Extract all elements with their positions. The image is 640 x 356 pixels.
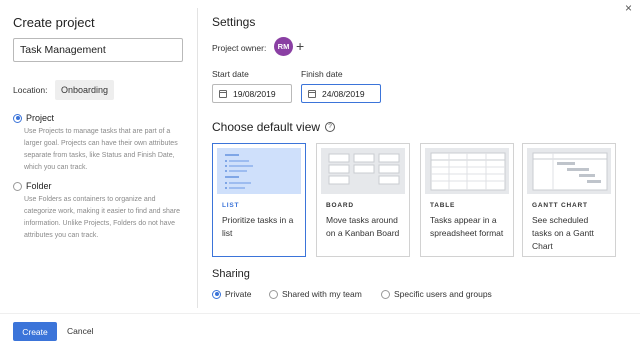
sharing-option-label: Specific users and groups: [394, 289, 492, 299]
gantt-preview-image: [527, 148, 611, 194]
create-project-dialog: × Create project Location: Onboarding Pr…: [0, 0, 640, 356]
private-radio[interactable]: [212, 289, 221, 299]
start-date-label: Start date: [212, 69, 249, 79]
view-card-gantt[interactable]: GANTT CHART See scheduled tasks on a Gan…: [522, 143, 616, 257]
view-card-gantt-description: See scheduled tasks on a Gantt Chart: [532, 215, 594, 251]
option-project[interactable]: Project Use Projects to manage tasks tha…: [13, 113, 189, 174]
location-label: Location:: [13, 85, 48, 95]
list-preview-image: [217, 148, 301, 194]
view-card-list-description: Prioritize tasks in a list: [222, 215, 294, 238]
folder-radio[interactable]: [13, 181, 22, 191]
default-view-title: Choose default view: [212, 120, 321, 134]
board-preview-image: [321, 148, 405, 194]
view-card-table[interactable]: TABLE Tasks appear in a spreadsheet form…: [420, 143, 514, 257]
sharing-option-label: Private: [225, 289, 252, 299]
sharing-option-label: Shared with my team: [282, 289, 362, 299]
view-card-table-description: Tasks appear in a spreadsheet format: [430, 215, 504, 238]
finish-date-value: 24/08/2019: [322, 88, 365, 99]
column-divider: [197, 8, 198, 308]
add-owner-icon[interactable]: +: [296, 37, 304, 56]
view-card-list[interactable]: LIST Prioritize tasks in a list: [212, 143, 306, 257]
location-selector[interactable]: Onboarding: [55, 80, 115, 100]
sharing-option-team[interactable]: Shared with my team: [269, 289, 362, 299]
folder-option-description: Use Folders as containers to organize an…: [24, 196, 181, 239]
owner-avatar[interactable]: RM: [274, 37, 293, 56]
team-radio[interactable]: [269, 289, 278, 299]
view-card-board-name: BOARD: [326, 202, 354, 209]
start-date-field[interactable]: 19/08/2019: [212, 84, 292, 103]
option-folder[interactable]: Folder Use Folders as containers to orga…: [13, 181, 189, 242]
finish-date-label: Finish date: [301, 69, 343, 79]
project-radio[interactable]: [13, 113, 22, 123]
specific-radio[interactable]: [381, 289, 390, 299]
project-option-label: Project: [26, 113, 55, 123]
view-card-gantt-name: GANTT CHART: [532, 202, 588, 209]
table-preview-image: [425, 148, 509, 194]
settings-title: Settings: [212, 15, 256, 29]
view-card-board-description: Move tasks around on a Kanban Board: [326, 215, 400, 238]
folder-option-label: Folder: [26, 181, 52, 191]
calendar-icon: [219, 89, 227, 98]
cancel-button[interactable]: Cancel: [67, 326, 93, 336]
close-icon[interactable]: ×: [625, 2, 632, 14]
default-view-heading: Choose default view ?: [212, 120, 336, 134]
footer-divider: [0, 313, 640, 314]
sharing-option-specific[interactable]: Specific users and groups: [381, 289, 492, 299]
project-details-panel: Create project Location: Onboarding Proj…: [0, 0, 197, 310]
view-card-list-name: LIST: [222, 202, 240, 209]
dialog-title: Create project: [13, 15, 95, 30]
sharing-option-private[interactable]: Private: [212, 289, 251, 299]
project-name-input[interactable]: [13, 38, 183, 62]
project-option-description: Use Projects to manage tasks that are pa…: [24, 128, 178, 171]
calendar-icon: [308, 89, 316, 98]
create-button[interactable]: Create: [13, 322, 57, 341]
finish-date-field[interactable]: 24/08/2019: [301, 84, 381, 103]
view-card-board[interactable]: BOARD Move tasks around on a Kanban Boar…: [316, 143, 410, 257]
help-icon[interactable]: ?: [325, 122, 336, 132]
start-date-value: 19/08/2019: [233, 88, 276, 99]
sharing-title: Sharing: [212, 268, 250, 280]
view-card-table-name: TABLE: [430, 202, 456, 209]
owner-label: Project owner:: [212, 43, 267, 53]
